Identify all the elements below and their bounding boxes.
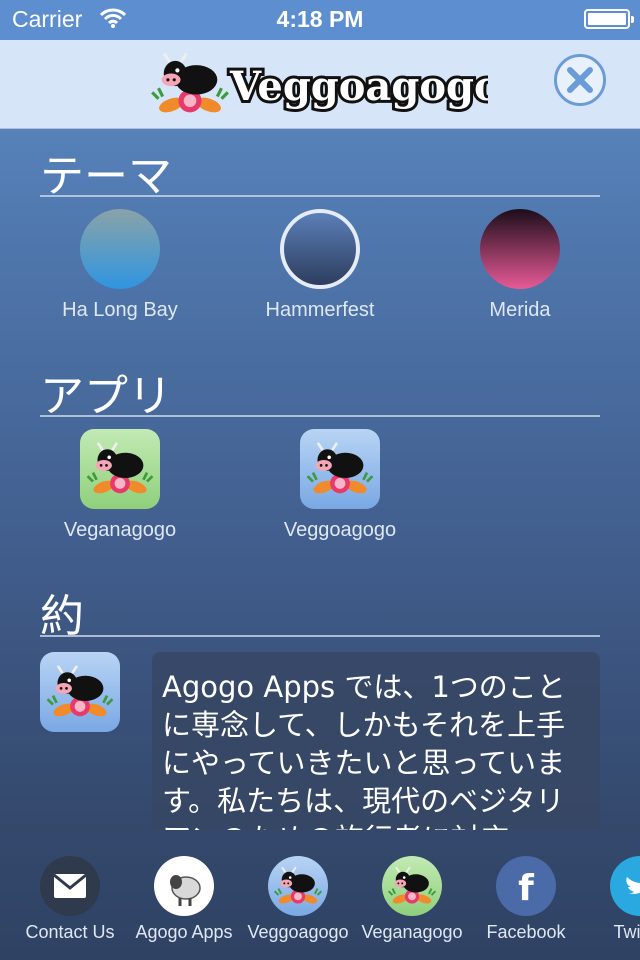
facebook-button[interactable]: f Facebook <box>469 856 583 943</box>
bottom-label: Facebook <box>486 922 566 942</box>
app-label: Veganagogo <box>63 519 177 541</box>
divider <box>40 415 600 417</box>
bottom-label: Contact Us <box>25 922 115 942</box>
sheep-icon <box>154 856 214 916</box>
theme-swatch <box>480 209 560 289</box>
cow-icon <box>268 856 328 916</box>
twitter-icon <box>610 856 640 916</box>
status-bar: Carrier 4:18 PM <box>0 0 640 40</box>
about-text-box[interactable]: Agogo Apps では、1つのことに専念して、しかもそれを上手にやっていきた… <box>152 652 600 830</box>
veggoagogo-app-icon <box>300 429 380 509</box>
theme-label: Merida <box>489 299 551 321</box>
theme-option-hammerfest[interactable]: Hammerfest <box>220 209 420 322</box>
veggoagogo-link[interactable]: Veggoagogo <box>241 856 355 943</box>
cow-icon <box>382 856 442 916</box>
bottom-label: Twitter <box>613 922 640 942</box>
theme-swatch <box>80 209 160 289</box>
theme-option-ha-long-bay[interactable]: Ha Long Bay <box>20 209 220 322</box>
app-logo: Veggoagogo <box>148 42 504 126</box>
theme-label: Hammerfest <box>265 299 375 321</box>
about-app-icon <box>40 652 120 732</box>
clock: 4:18 PM <box>276 6 364 32</box>
theme-option-merida[interactable]: Merida <box>420 209 620 322</box>
agogo-apps-button[interactable]: Agogo Apps <box>127 856 241 943</box>
bottom-label: Agogo Apps <box>135 922 233 942</box>
battery-icon <box>584 9 634 29</box>
svg-text:f: f <box>518 868 534 909</box>
app-label: Veggoagogo <box>283 519 397 541</box>
app-veganagogo[interactable]: Veganagogo <box>40 429 200 542</box>
header: Veggoagogo <box>0 40 640 129</box>
theme-label: Ha Long Bay <box>62 299 178 321</box>
divider <box>40 195 600 197</box>
close-icon <box>567 67 593 93</box>
app-veggoagogo[interactable]: Veggoagogo <box>260 429 420 542</box>
twitter-button[interactable]: Twitter <box>583 856 640 943</box>
mail-icon <box>40 856 100 916</box>
close-button[interactable] <box>554 54 606 106</box>
bottom-bar: Contact Us Agogo Apps Veggoagogo Veganag… <box>0 840 640 960</box>
about-text: Agogo Apps では、1つのことに専念して、しかもそれを上手にやっていきた… <box>162 670 566 830</box>
bottom-label: Veggoagogo <box>247 922 349 942</box>
contact-us-button[interactable]: Contact Us <box>13 856 127 943</box>
divider <box>40 635 600 637</box>
bottom-label: Veganagogo <box>361 922 463 942</box>
veganagogo-link[interactable]: Veganagogo <box>355 856 469 943</box>
facebook-icon: f <box>496 856 556 916</box>
veganagogo-app-icon <box>80 429 160 509</box>
theme-swatch-selected <box>280 209 360 289</box>
app-name: Veggoagogo <box>229 63 488 110</box>
